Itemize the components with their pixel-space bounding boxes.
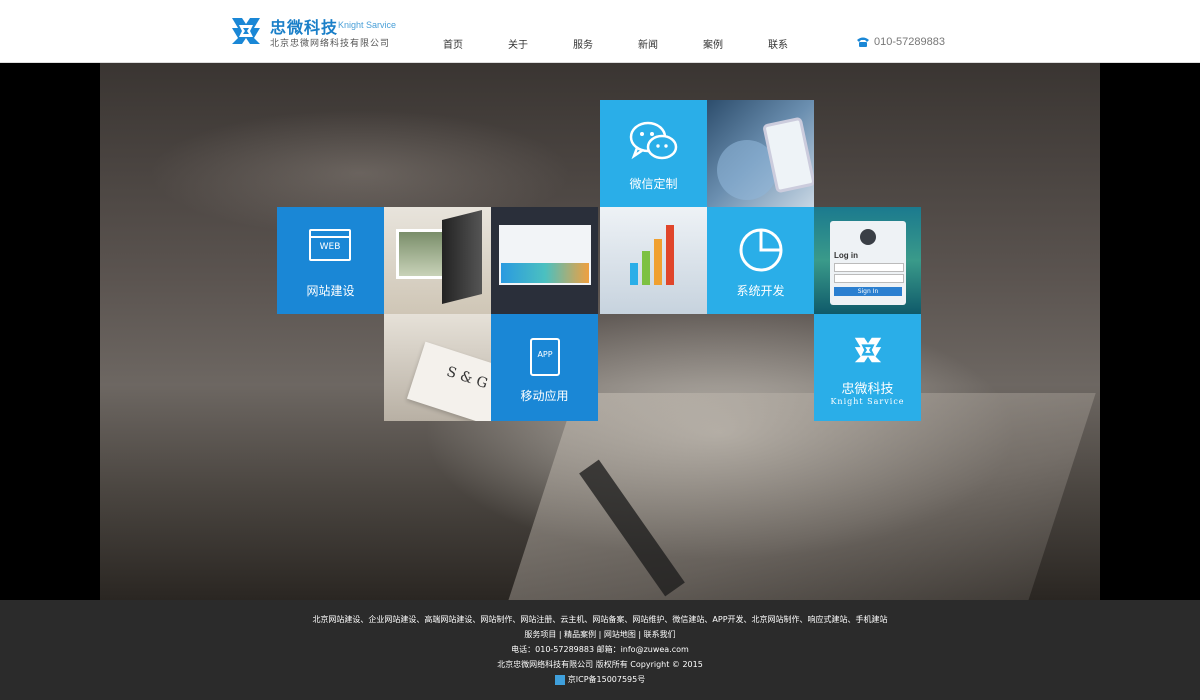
nav-item-about[interactable]: 关于	[508, 36, 528, 51]
tile-label: 微信定制	[629, 177, 678, 191]
brand-name-en: Knight Sarvice	[338, 20, 397, 30]
tablet-icon: APP	[530, 338, 560, 376]
wechat-icon	[629, 121, 678, 160]
tile-app[interactable]: APP 移动应用	[491, 314, 598, 421]
nav-item-news[interactable]: 新闻	[638, 36, 658, 51]
phone-number: 010-57289883	[874, 36, 945, 48]
icp-badge-icon	[554, 674, 565, 685]
login-button-text: Sign In	[857, 288, 879, 295]
footer-links[interactable]: 服务项目 | 精品案例 | 网站地图 | 联系我们	[0, 629, 1200, 640]
nav-item-home[interactable]: 首页	[443, 36, 463, 51]
tile-brand[interactable]: 忠微科技 Knight Sarvice	[814, 314, 921, 421]
footer-contact: 电话：010-57289883 邮箱：info@zuwea.com	[511, 645, 689, 654]
tile-photo-phone	[707, 100, 814, 207]
tile-label: 系统开发	[736, 284, 785, 298]
tile-label: 移动应用	[520, 389, 569, 403]
icp-number: 京ICP备15007595号	[567, 675, 646, 684]
browser-icon: WEB	[309, 229, 351, 261]
nav-item-cases[interactable]: 案例	[703, 36, 723, 51]
footer-icp[interactable]: 京ICP备15007595号	[0, 674, 1200, 685]
site-header: 忠微科技 Knight Sarvice 北京忠微网络科技有限公司 首页 关于 服…	[0, 0, 1200, 63]
site-logo[interactable]: 忠微科技 Knight Sarvice 北京忠微网络科技有限公司	[228, 12, 398, 52]
phone-icon	[857, 37, 869, 47]
footer-copyright: 北京忠微网络科技有限公司 版权所有 Copyright © 2015	[497, 660, 703, 669]
tile-photo-login: Log in Sign In	[814, 207, 921, 314]
tile-wechat[interactable]: 微信定制	[600, 100, 707, 207]
web-icon-text: WEB	[319, 242, 341, 252]
brand-name: 忠微科技	[270, 18, 339, 37]
tile-photo-dashboard	[491, 207, 598, 314]
knight-logo-icon	[232, 18, 260, 44]
nav-item-services[interactable]: 服务	[573, 36, 593, 51]
login-title: Log in	[834, 251, 858, 260]
tile-sublabel: Knight Sarvice	[830, 397, 905, 406]
company-name: 北京忠微网络科技有限公司	[270, 39, 391, 49]
app-icon-text: APP	[537, 350, 553, 359]
pie-chart-icon	[739, 228, 783, 272]
tile-photo-cards: S & G	[384, 314, 491, 421]
hero-banner: 微信定制 WEB 网站建设 系统开发 Log in Sign In S & G …	[100, 63, 1100, 600]
tile-label: 网站建设	[306, 284, 355, 298]
footer-services: 北京网站建设、企业网站建设、高端网站建设、网站制作、网站注册、云主机、网站备案、…	[312, 615, 888, 624]
site-footer: 北京网站建设、企业网站建设、高端网站建设、网站制作、网站注册、云主机、网站备案、…	[0, 600, 1200, 700]
knight-logo-icon	[854, 337, 882, 363]
background-book	[504, 393, 1096, 600]
tile-label: 忠微科技	[841, 382, 894, 397]
tile-web[interactable]: WEB 网站建设	[277, 207, 384, 314]
nav-item-contact[interactable]: 联系	[768, 36, 788, 51]
tile-photo-frames	[384, 207, 491, 314]
tile-system[interactable]: 系统开发	[707, 207, 814, 314]
tile-photo-chart	[600, 207, 707, 314]
